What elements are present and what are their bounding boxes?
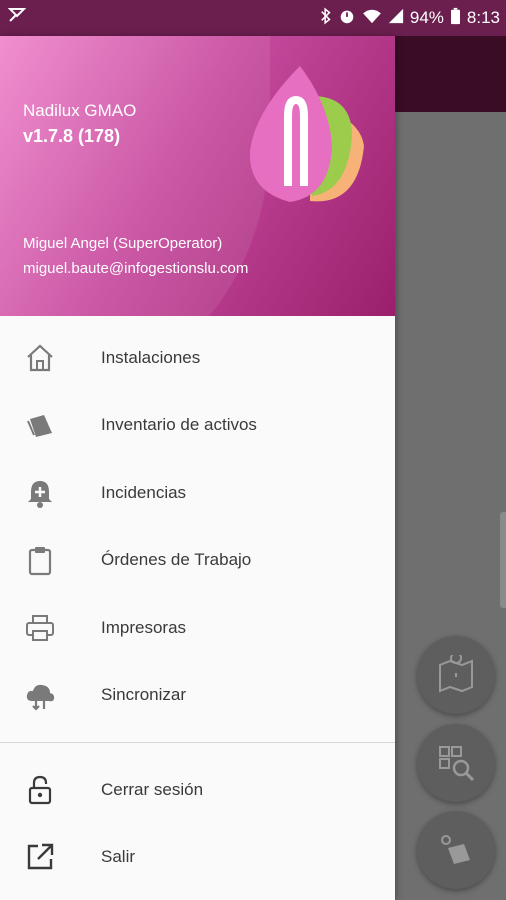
app-toolbar xyxy=(395,36,506,112)
map-location-button[interactable] xyxy=(417,636,495,714)
bluetooth-icon xyxy=(320,7,332,30)
bell-plus-icon xyxy=(22,475,58,511)
tag-icon xyxy=(22,407,58,443)
signal-icon xyxy=(388,8,404,29)
app-name: Nadilux GMAO xyxy=(23,101,137,120)
qr-search-button[interactable] xyxy=(417,724,495,802)
user-email: miguel.baute@infogestionslu.com xyxy=(23,260,249,277)
account-menu: Cerrar sesión Salir xyxy=(0,756,395,891)
navigation-drawer: Nadilux GMAO v1.7.8 (178) Miguel Angel (… xyxy=(0,36,395,900)
menu-item-inventario[interactable]: Inventario de activos xyxy=(0,392,395,460)
clock-time: 8:13 xyxy=(466,8,500,27)
alarm-icon xyxy=(338,7,356,30)
menu-item-instalaciones[interactable]: Instalaciones xyxy=(0,324,395,392)
menu-item-ordenes[interactable]: Órdenes de Trabajo xyxy=(0,527,395,595)
wifi-icon xyxy=(362,8,382,29)
menu-item-label: Sincronizar xyxy=(101,685,187,705)
menu-divider xyxy=(0,742,395,743)
qr-search-icon xyxy=(439,746,475,782)
menu-item-label: Inventario de activos xyxy=(101,415,257,435)
menu-item-label: Salir xyxy=(101,847,136,867)
battery-icon xyxy=(450,7,461,30)
menu-item-label: Órdenes de Trabajo xyxy=(101,550,252,570)
menu-item-label: Cerrar sesión xyxy=(101,779,204,799)
menu-item-impresoras[interactable]: Impresoras xyxy=(0,594,395,662)
menu-item-sincronizar[interactable]: Sincronizar xyxy=(0,662,395,730)
tag-location-icon xyxy=(441,835,470,864)
home-icon xyxy=(22,340,58,376)
app-logo xyxy=(249,66,364,202)
menu-item-cerrar-sesion[interactable]: Cerrar sesión xyxy=(0,756,395,824)
clipboard-icon xyxy=(22,542,58,578)
menu-item-incidencias[interactable]: Incidencias xyxy=(0,459,395,527)
status-bar: 94% 8:13 xyxy=(0,0,506,36)
app-version: v1.7.8 (178) xyxy=(23,126,121,146)
scroll-indicator[interactable] xyxy=(500,512,506,608)
open-external-icon xyxy=(22,839,58,875)
cloud-sync-icon xyxy=(22,677,58,713)
menu-item-salir[interactable]: Salir xyxy=(0,824,395,892)
tag-location-button[interactable] xyxy=(417,811,495,889)
printer-icon xyxy=(22,610,58,646)
user-name: Miguel Angel (SuperOperator) xyxy=(23,235,223,252)
menu-item-label: Incidencias xyxy=(101,482,187,502)
menu-item-label: Impresoras xyxy=(101,617,187,637)
menu-item-label: Instalaciones xyxy=(101,347,201,367)
drawer-menu: Instalaciones Inventario de activos Inci… xyxy=(0,324,395,729)
lock-open-icon xyxy=(22,772,58,808)
notification-icon xyxy=(7,6,27,24)
drawer-header: Nadilux GMAO v1.7.8 (178) Miguel Angel (… xyxy=(0,36,395,316)
battery-percent: 94% xyxy=(409,8,444,27)
map-location-icon xyxy=(439,655,473,693)
